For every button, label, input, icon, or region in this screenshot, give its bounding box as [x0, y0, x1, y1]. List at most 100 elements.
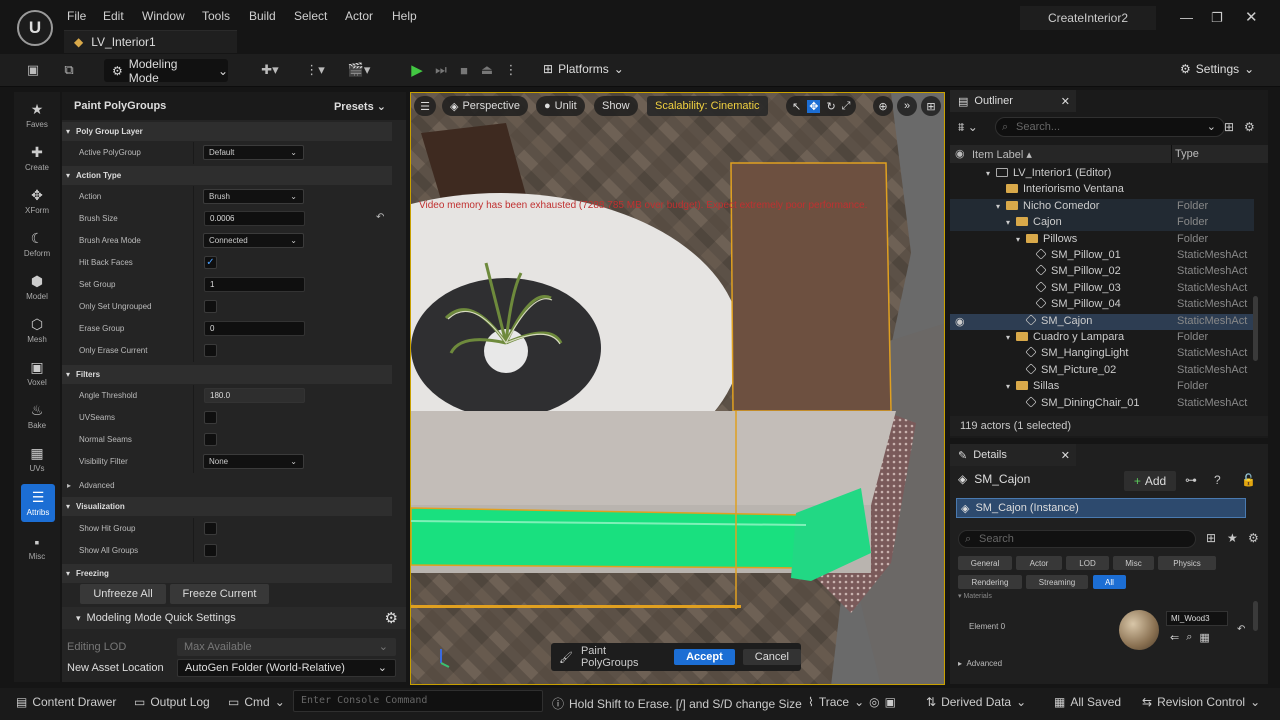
output-log-button[interactable]: ▭ Output Log	[134, 695, 210, 709]
eject-icon[interactable]: ⏏	[476, 61, 498, 79]
filter-streaming[interactable]: Streaming	[1026, 575, 1088, 589]
filter-physics[interactable]: Physics	[1158, 556, 1216, 570]
grid-icon[interactable]: ⊞	[1206, 531, 1216, 545]
outliner-actor-row[interactable]: SM_Pillow_04 StaticMeshAct	[950, 297, 1254, 313]
rail-bake[interactable]: ♨ Bake	[14, 395, 60, 437]
browse-icon[interactable]: ⌕	[1186, 631, 1192, 644]
accept-button[interactable]: Accept	[674, 649, 735, 665]
outliner-folder-row[interactable]: ▾ Sillas Folder	[950, 379, 1254, 395]
unreal-logo-icon[interactable]: U	[17, 10, 53, 46]
minimize-icon[interactable]: —	[1180, 10, 1193, 25]
set-group-field[interactable]: 1	[204, 277, 305, 292]
settings-button[interactable]: ⚙ Settings ⌄	[1180, 62, 1254, 76]
section-filters[interactable]: ▾ Filters	[62, 365, 392, 384]
menu-edit[interactable]: Edit	[103, 9, 124, 23]
world-icon[interactable]: ⊕	[873, 96, 893, 116]
outliner-search-input[interactable]: ⌕ Search... ⌄	[995, 117, 1225, 137]
menu-actor[interactable]: Actor	[345, 9, 373, 23]
menu-file[interactable]: File	[67, 9, 86, 23]
close-icon[interactable]: ✕	[1061, 449, 1070, 462]
rotate-icon[interactable]: ↻	[826, 100, 835, 113]
help-icon[interactable]: ?	[1214, 473, 1221, 487]
level-tab[interactable]: ◆ LV_Interior1	[64, 30, 237, 53]
col-item-label[interactable]: Item Label ▴	[972, 148, 1032, 161]
stop-icon[interactable]: ■	[453, 61, 475, 79]
eye-icon[interactable]: ◉	[955, 147, 965, 160]
details-scrollbar[interactable]	[1253, 601, 1258, 631]
rail-deform[interactable]: ☾ Deform	[14, 223, 60, 265]
blueprint-icon[interactable]: ⊶	[1185, 473, 1197, 487]
console-input[interactable]: Enter Console Command	[293, 690, 543, 712]
gear-icon[interactable]: ⚙	[1244, 120, 1255, 134]
active-polygroup-combo[interactable]: Default ⌄	[203, 145, 304, 160]
rail-create[interactable]: ✚ Create	[14, 137, 60, 179]
rail-voxel[interactable]: ▣ Voxel	[14, 352, 60, 394]
brush-size-field[interactable]: 0.0006	[204, 211, 305, 226]
outliner-folder-row[interactable]: ▾ Cajon Folder	[950, 215, 1254, 232]
rail-faves[interactable]: ★ Faves	[14, 94, 60, 136]
eye-icon[interactable]: ◉	[955, 315, 965, 328]
play-options-icon[interactable]: ⋮	[500, 61, 522, 79]
hit-back-faces-checkbox[interactable]: ✓	[204, 256, 217, 269]
menu-tools[interactable]: Tools	[202, 9, 230, 23]
close-icon[interactable]: ✕	[1061, 95, 1070, 108]
translate-icon[interactable]: ✥	[807, 99, 821, 113]
freeze-current-button[interactable]: Freeze Current	[170, 584, 269, 604]
step-icon[interactable]: ⏭	[430, 61, 452, 79]
gear-icon[interactable]: ⚙	[1248, 531, 1259, 545]
menu-window[interactable]: Window	[142, 9, 185, 23]
scalability-button[interactable]: Scalability: Cinematic	[647, 96, 768, 116]
outliner-actor-row[interactable]: SM_Pillow_02 StaticMeshAct	[950, 264, 1254, 280]
revision-control-button[interactable]: ⇆ Revision Control ⌄	[1142, 695, 1260, 709]
star-icon[interactable]: ★	[1227, 531, 1238, 545]
more-icon[interactable]: »	[897, 96, 917, 116]
outliner-actor-row[interactable]: ▾ LV_Interior1 (Editor)	[950, 166, 1254, 182]
materials-header[interactable]: ▾ Materials	[958, 592, 992, 600]
filter-lod[interactable]: LOD	[1066, 556, 1109, 570]
section-poly-group-layer[interactable]: ▾ Poly Group Layer	[62, 122, 392, 141]
layout-icon[interactable]: ⊞	[921, 96, 941, 116]
rail-xform[interactable]: ✥ XForm	[14, 180, 60, 222]
action-combo[interactable]: Brush ⌄	[203, 189, 304, 204]
new-asset-location-combo[interactable]: AutoGen Folder (World-Relative) ⌄	[177, 659, 396, 677]
details-tab[interactable]: ✎ Details ✕	[950, 444, 1076, 466]
add-actor-icon[interactable]: ✚▾	[255, 61, 285, 79]
outliner-folder-row[interactable]: Interiorismo Ventana	[950, 182, 1254, 198]
menu-select[interactable]: Select	[294, 9, 327, 23]
show-button[interactable]: Show	[594, 96, 638, 116]
menu-help[interactable]: Help	[392, 9, 417, 23]
section-action-type[interactable]: ▾ Action Type	[62, 166, 392, 185]
filter-actor[interactable]: Actor	[1016, 556, 1062, 570]
menu-build[interactable]: Build	[249, 9, 276, 23]
reset-icon[interactable]: ↶	[376, 212, 384, 223]
show-hit-group-checkbox[interactable]	[204, 522, 217, 535]
outliner-folder-row[interactable]: ▾ Cuadro y Lampara Folder	[950, 330, 1254, 346]
brush-area-mode-combo[interactable]: Connected ⌄	[203, 233, 304, 248]
outliner-actor-row[interactable]: SM_DiningChair_01 StaticMeshAct	[950, 395, 1254, 412]
platforms-button[interactable]: ⊞ Platforms ⌄	[543, 62, 624, 76]
outliner-actor-row[interactable]: ◉ SM_Cajon StaticMeshAct	[950, 313, 1254, 330]
filter-general[interactable]: General	[958, 556, 1012, 570]
outliner-actor-row[interactable]: SM_HangingLight StaticMeshAct	[950, 346, 1254, 362]
content-drawer-button[interactable]: ▤ Content Drawer	[16, 695, 116, 709]
filter-icon[interactable]: ⩩ ⌄	[958, 120, 978, 135]
select-icon[interactable]: ↖	[792, 100, 801, 113]
outliner-tab[interactable]: ▤ Outliner ✕	[950, 90, 1076, 112]
rail-model[interactable]: ⬢ Model	[14, 266, 60, 308]
rail-uvs[interactable]: ▦ UVs	[14, 438, 60, 480]
outliner-folder-row[interactable]: ▾ Nicho Comedor Folder	[950, 198, 1254, 215]
scale-icon[interactable]: ⤢	[842, 100, 851, 113]
checker-icon[interactable]: ▦	[1199, 631, 1209, 644]
rail-attribs[interactable]: ☰ Attribs	[21, 484, 55, 522]
view-mode-button[interactable]: ● Unlit	[536, 96, 585, 116]
only-set-ungrouped-checkbox[interactable]	[204, 300, 217, 313]
play-icon[interactable]: ▶	[406, 61, 428, 79]
gear-icon[interactable]: ⚙	[385, 609, 398, 627]
level-viewport[interactable]: ☰ ◈ Perspective ● Unlit Show Scalability: …	[410, 92, 945, 685]
save-icon[interactable]: ▣	[22, 61, 44, 79]
details-search-input[interactable]: ⌕ Search	[958, 530, 1196, 548]
advanced-row[interactable]: ▸ Advanced	[958, 659, 1002, 668]
erase-group-field[interactable]: 0	[204, 321, 305, 336]
filter-rendering[interactable]: Rendering	[958, 575, 1022, 589]
editing-lod-combo[interactable]: Max Available ⌄	[177, 638, 396, 656]
